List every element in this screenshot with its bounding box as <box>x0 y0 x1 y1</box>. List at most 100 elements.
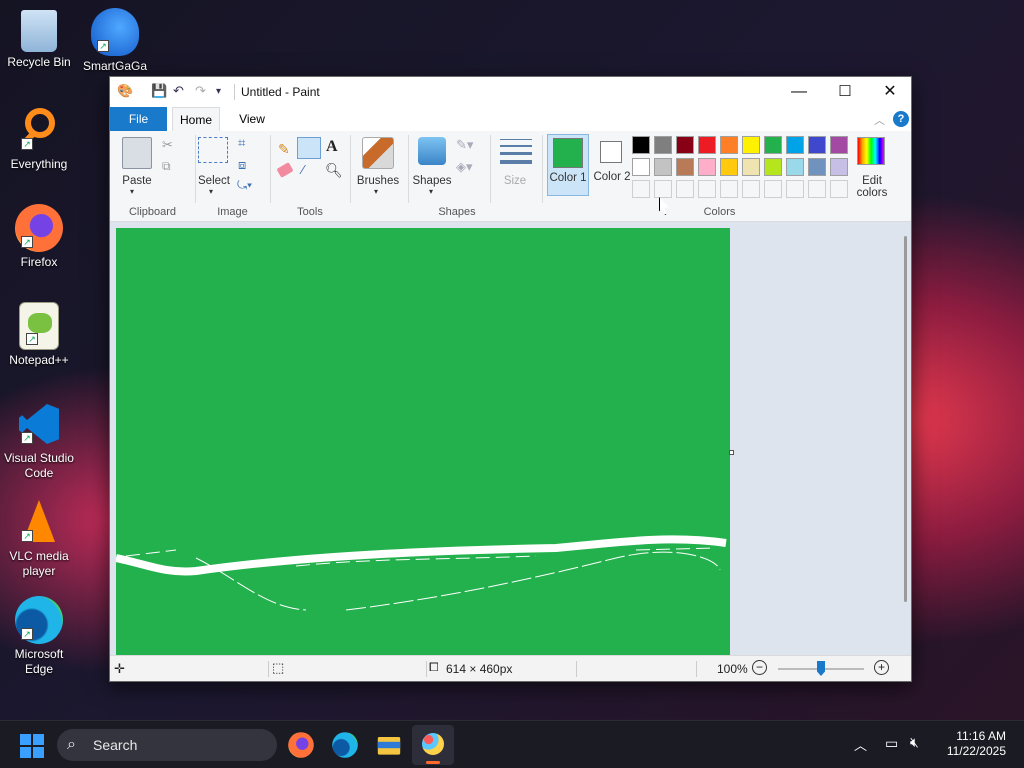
group-clipboard-label: Clipboard <box>128 206 177 218</box>
color-picker-icon[interactable]: ⁄ <box>302 162 304 177</box>
zoom-out-button[interactable]: − <box>752 660 767 675</box>
pencil-icon[interactable]: ✎ <box>278 141 290 158</box>
brushes-dropdown-icon[interactable]: ▾ <box>374 187 378 196</box>
magnifier-icon[interactable]: 🔍︎ <box>325 162 343 179</box>
color1-selector[interactable]: Color 1 <box>547 134 589 196</box>
zoom-in-button[interactable]: + <box>874 660 889 675</box>
palette-swatch[interactable] <box>764 180 782 198</box>
start-button[interactable] <box>20 734 44 758</box>
clock[interactable]: 11:16 AM 11/22/2025 <box>947 729 1006 759</box>
fill-icon[interactable]: ◈▾ <box>456 159 473 175</box>
palette-swatch[interactable] <box>742 180 760 198</box>
size-button[interactable]: Size <box>495 175 535 187</box>
edit-colors-button[interactable]: Edit colors <box>848 175 896 199</box>
save-icon[interactable]: 💾 <box>151 83 169 101</box>
desktop-icon-firefox[interactable]: ↗ Firefox <box>4 204 74 270</box>
tab-home[interactable]: Home <box>172 107 220 131</box>
maximize-button[interactable]: ☐ <box>822 77 868 107</box>
chevron-up-icon[interactable]: ︿ <box>854 735 867 754</box>
desktop-icon-notepadpp[interactable]: ↗ Notepad++ <box>4 302 74 368</box>
desktop-icon-vscode[interactable]: ↗ Visual Studio Code <box>4 400 74 481</box>
canvas-resize-handle[interactable] <box>729 450 734 455</box>
palette-swatch[interactable] <box>742 136 760 154</box>
drawn-strokes <box>116 535 727 611</box>
status-divider <box>696 661 697 677</box>
color2-selector[interactable]: Color 2 <box>591 134 633 196</box>
palette-swatch[interactable] <box>720 136 738 154</box>
palette-swatch[interactable] <box>808 180 826 198</box>
palette-swatch[interactable] <box>654 158 672 176</box>
select-button[interactable]: Select <box>194 175 234 187</box>
paste-button[interactable]: Paste <box>118 175 156 187</box>
palette-swatch[interactable] <box>632 180 650 198</box>
text-tool-icon[interactable]: A <box>326 138 338 156</box>
palette-swatch[interactable] <box>676 136 694 154</box>
select-dropdown-icon[interactable]: ▾ <box>209 187 213 196</box>
copy-icon[interactable]: ⧉ <box>162 159 171 174</box>
resize-icon[interactable]: ⧈ <box>238 157 246 173</box>
palette-swatch[interactable] <box>830 180 848 198</box>
palette-swatch[interactable] <box>698 136 716 154</box>
palette-swatch[interactable] <box>632 158 650 176</box>
desktop-icon-recycle-bin[interactable]: Recycle Bin <box>4 8 74 70</box>
desktop-icon-vlc[interactable]: ↗ VLC media player <box>4 498 74 579</box>
rotate-icon[interactable]: ⤿▾ <box>237 178 252 193</box>
palette-swatch[interactable] <box>654 136 672 154</box>
taskbar-paint-icon[interactable] <box>412 725 454 765</box>
brushes-button[interactable]: Brushes <box>354 175 402 187</box>
tab-file[interactable]: File <box>110 107 167 131</box>
paste-dropdown-icon[interactable]: ▾ <box>130 187 134 196</box>
palette-swatch[interactable] <box>786 158 804 176</box>
palette-swatch[interactable] <box>830 136 848 154</box>
cut-icon[interactable]: ✂ <box>162 137 173 153</box>
desktop-icon-everything[interactable]: ↗ Everything <box>4 106 74 172</box>
collapse-ribbon-icon[interactable]: ︿ <box>874 112 885 128</box>
redo-icon[interactable]: ↷ <box>195 83 213 101</box>
palette-swatch[interactable] <box>808 136 826 154</box>
palette-swatch[interactable] <box>830 158 848 176</box>
tab-view[interactable]: View <box>229 107 275 131</box>
close-button[interactable]: ✕ <box>867 77 913 107</box>
paint-window: 🎨 💾 ↶ ↷ ▾ Untitled - Paint — ☐ ✕ File Ho… <box>109 76 912 682</box>
crop-icon[interactable]: ⌗ <box>238 135 245 151</box>
title-bar[interactable]: 🎨 💾 ↶ ↷ ▾ Untitled - Paint — ☐ ✕ <box>110 77 911 107</box>
palette-swatch[interactable] <box>764 136 782 154</box>
desktop-icon-edge[interactable]: ↗ Microsoft Edge <box>4 596 74 677</box>
customize-quick-access-icon[interactable]: ▾ <box>216 86 234 104</box>
palette-swatch[interactable] <box>676 158 694 176</box>
canvas-area[interactable] <box>110 222 911 656</box>
palette-swatch[interactable] <box>632 136 650 154</box>
color1-swatch <box>553 138 583 168</box>
drawing-canvas[interactable] <box>116 228 730 656</box>
shapes-dropdown-icon[interactable]: ▾ <box>429 187 433 196</box>
vertical-scrollbar[interactable] <box>904 236 907 602</box>
palette-swatch[interactable] <box>720 180 738 198</box>
taskbar-firefox-icon[interactable] <box>288 732 314 758</box>
ribbon-tabs: File Home View ︿ ? <box>110 107 911 131</box>
fill-bucket-icon[interactable] <box>297 137 321 159</box>
palette-swatch[interactable] <box>764 158 782 176</box>
palette-swatch[interactable] <box>808 158 826 176</box>
palette-swatch[interactable] <box>720 158 738 176</box>
shapes-button[interactable]: Shapes <box>410 175 454 187</box>
palette-swatch[interactable] <box>676 180 694 198</box>
taskbar-edge-icon[interactable] <box>332 732 358 758</box>
palette-swatch[interactable] <box>698 158 716 176</box>
undo-icon[interactable]: ↶ <box>173 83 191 101</box>
volume-muted-icon[interactable]: 🔇︎ <box>910 734 919 751</box>
help-icon[interactable]: ? <box>893 111 909 127</box>
desktop-icon-smartgaga[interactable]: ↗ SmartGaGa <box>80 8 150 74</box>
network-icon[interactable]: ▭ <box>885 735 898 752</box>
minimize-button[interactable]: — <box>776 77 822 107</box>
zoom-slider-thumb[interactable] <box>817 661 825 676</box>
taskbar-file-explorer-icon[interactable] <box>376 732 402 758</box>
palette-swatch[interactable] <box>654 180 672 198</box>
eraser-icon[interactable] <box>276 162 294 178</box>
palette-swatch[interactable] <box>742 158 760 176</box>
desktop-icon-label: Visual Studio Code <box>4 451 74 480</box>
palette-swatch[interactable] <box>786 180 804 198</box>
palette-swatch[interactable] <box>698 180 716 198</box>
palette-swatch[interactable] <box>786 136 804 154</box>
taskbar-search[interactable]: ⌕ Search <box>57 729 277 761</box>
outline-icon[interactable]: ✎▾ <box>456 137 473 153</box>
